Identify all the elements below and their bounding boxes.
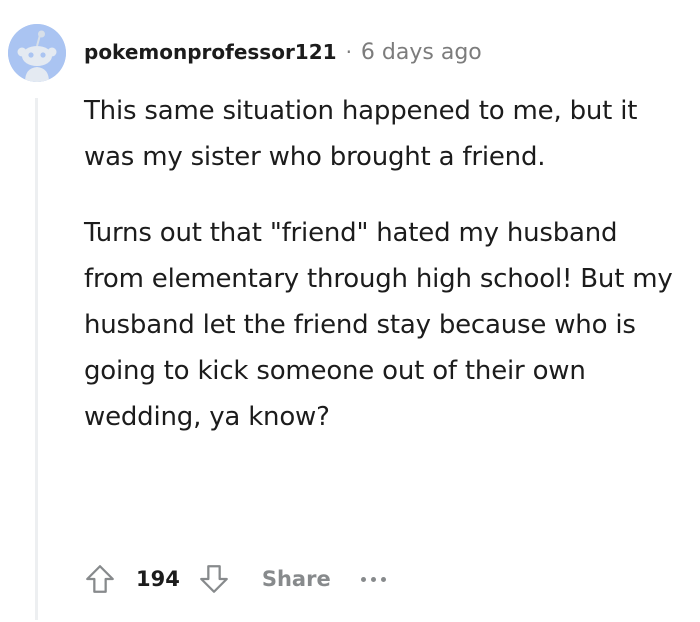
- ellipsis-icon: [380, 576, 386, 582]
- timestamp[interactable]: 6 days ago: [361, 40, 482, 65]
- upvote-button[interactable]: [80, 559, 120, 599]
- username[interactable]: pokemonprofessor121: [84, 40, 337, 64]
- comment-paragraph: This same situation happened to me, but …: [84, 96, 638, 172]
- avatar[interactable]: [8, 24, 66, 82]
- vote-score: 194: [136, 567, 180, 591]
- downvote-button[interactable]: [194, 559, 234, 599]
- comment-header: pokemonprofessor121 · 6 days ago: [84, 34, 482, 70]
- more-options-button[interactable]: [360, 559, 386, 599]
- ellipsis-icon: [370, 576, 376, 582]
- snoo-avatar-icon: [8, 24, 66, 82]
- comment-paragraph: Turns out that "friend" hated my husband…: [84, 218, 673, 432]
- comment: pokemonprofessor121 · 6 days ago This sa…: [0, 0, 700, 622]
- comment-body: This same situation happened to me, but …: [84, 88, 684, 440]
- ellipsis-icon: [360, 576, 366, 582]
- thread-line[interactable]: [35, 98, 38, 620]
- arrow-up-outline-icon: [86, 565, 114, 593]
- separator-dot: ·: [345, 40, 352, 64]
- comment-actions: 194 Share: [80, 556, 386, 602]
- share-button[interactable]: Share: [262, 567, 331, 591]
- arrow-down-outline-icon: [199, 565, 228, 593]
